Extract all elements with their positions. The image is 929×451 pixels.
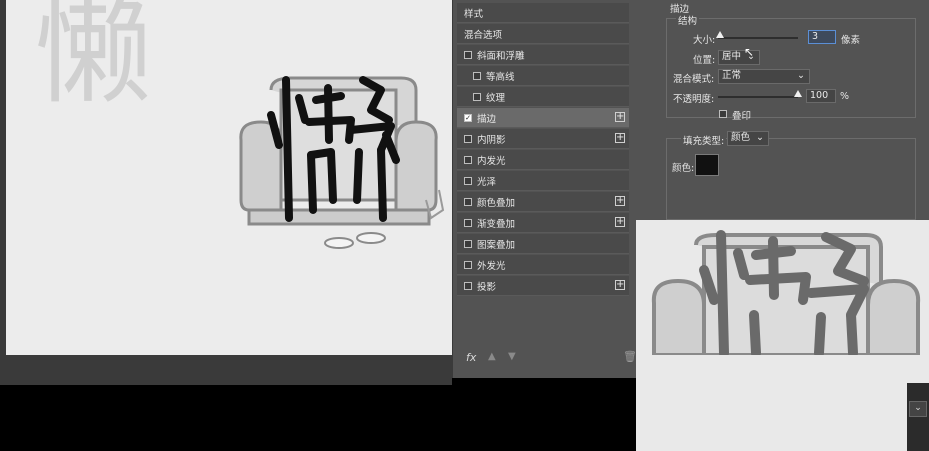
style-checkbox[interactable] — [464, 155, 472, 164]
ghost-character: 懒 — [34, 0, 153, 120]
fx-button[interactable]: fx — [466, 351, 476, 364]
preview-image — [636, 220, 929, 451]
chevron-down-icon[interactable]: ⌄ — [909, 401, 927, 417]
trash-icon[interactable]: 🗑 — [623, 350, 637, 363]
style-footer: fx ▲ ▼ 🗑 — [458, 348, 637, 368]
style-item-label: 混合选项 — [464, 29, 503, 41]
add-style-icon[interactable]: + — [615, 217, 625, 227]
stroke-settings-panel: 描边 结构 大小: 3 像素 位置: 居中 ⌄ ↖ 混合模式: 正常 ⌄ 不透明度:… — [636, 0, 929, 220]
style-checkbox[interactable] — [464, 50, 472, 59]
opacity-input[interactable]: 100 — [806, 89, 836, 103]
position-label: 位置: — [693, 55, 716, 66]
style-checkbox[interactable] — [464, 218, 472, 227]
size-label: 大小: — [693, 35, 716, 46]
fill-type-select[interactable]: 颜色 ⌄ — [727, 131, 769, 146]
style-item-label: 内阴影 — [477, 134, 506, 146]
style-item[interactable]: 等高线 — [457, 66, 629, 86]
style-checkbox[interactable] — [464, 281, 472, 290]
overprint-label: 叠印 — [732, 111, 752, 122]
styles-header[interactable]: 样式 — [457, 3, 629, 23]
style-item[interactable]: ✓ 描边 + — [457, 108, 629, 128]
color-swatch[interactable] — [695, 154, 719, 176]
style-checkbox[interactable] — [464, 197, 472, 206]
move-up-icon[interactable]: ▲ — [488, 351, 496, 362]
style-item-label: 等高线 — [486, 71, 515, 83]
style-item[interactable]: 混合选项 — [457, 24, 629, 44]
canvas-area: 懒 — [0, 0, 452, 385]
style-item[interactable]: 斜面和浮雕 — [457, 45, 629, 65]
style-item[interactable]: 光泽 — [457, 171, 629, 191]
style-item-label: 描边 — [477, 113, 497, 125]
opacity-slider-thumb[interactable] — [794, 90, 802, 97]
add-style-icon[interactable]: + — [615, 133, 625, 143]
style-item[interactable]: 纹理 — [457, 87, 629, 107]
sofa-artwork — [239, 76, 445, 249]
add-style-icon[interactable]: + — [615, 112, 625, 122]
opacity-slider[interactable] — [718, 96, 798, 98]
style-checkbox[interactable]: ✓ — [464, 113, 472, 122]
style-item-label: 外发光 — [477, 260, 506, 272]
size-slider-thumb[interactable] — [715, 31, 724, 38]
style-checkbox[interactable] — [473, 71, 481, 80]
blend-mode-select[interactable]: 正常 ⌄ — [718, 69, 810, 84]
style-item-label: 内发光 — [477, 155, 506, 167]
structure-label: 结构 — [676, 13, 700, 27]
style-item-label: 斜面和浮雕 — [477, 50, 525, 62]
opacity-unit: % — [840, 91, 850, 102]
style-item[interactable]: 内发光 — [457, 150, 629, 170]
style-item[interactable]: 内阴影 + — [457, 129, 629, 149]
style-checkbox[interactable] — [464, 134, 472, 143]
style-checkbox[interactable] — [464, 260, 472, 269]
opacity-label: 不透明度: — [673, 94, 715, 105]
style-item-label: 纹理 — [486, 92, 506, 104]
style-checkbox[interactable] — [473, 92, 481, 101]
style-item-label: 颜色叠加 — [477, 197, 516, 209]
style-item-label: 投影 — [477, 281, 497, 293]
style-item[interactable]: 图案叠加 — [457, 234, 629, 254]
style-item-label: 光泽 — [477, 176, 497, 188]
size-input[interactable]: 3 — [808, 30, 836, 44]
size-slider[interactable] — [718, 37, 798, 39]
chevron-down-icon: ⌄ — [756, 132, 764, 143]
size-unit: 像素 — [841, 35, 861, 46]
style-item-label: 图案叠加 — [477, 239, 516, 251]
preview-sofa-artwork — [651, 230, 921, 355]
document-canvas[interactable]: 懒 — [6, 0, 452, 355]
move-down-icon[interactable]: ▼ — [508, 351, 516, 362]
color-label: 颜色: — [672, 163, 695, 174]
style-item[interactable]: 颜色叠加 + — [457, 192, 629, 212]
style-item-label: 渐变叠加 — [477, 218, 516, 230]
add-style-icon[interactable]: + — [615, 280, 625, 290]
fill-type-label: 填充类型: — [681, 133, 727, 147]
style-checkbox[interactable] — [464, 239, 472, 248]
style-checkbox[interactable] — [464, 176, 472, 185]
style-item[interactable]: 渐变叠加 + — [457, 213, 629, 233]
overprint-checkbox[interactable] — [719, 110, 727, 118]
chevron-down-icon: ⌄ — [797, 70, 805, 81]
dark-corner-strip: ⌄ — [907, 383, 929, 451]
blend-mode-label: 混合模式: — [673, 74, 715, 85]
style-item[interactable]: 外发光 — [457, 255, 629, 275]
fill-type-group — [666, 138, 916, 220]
add-style-icon[interactable]: + — [615, 196, 625, 206]
style-item[interactable]: 投影 + — [457, 276, 629, 296]
cursor-icon: ↖ — [744, 45, 755, 59]
